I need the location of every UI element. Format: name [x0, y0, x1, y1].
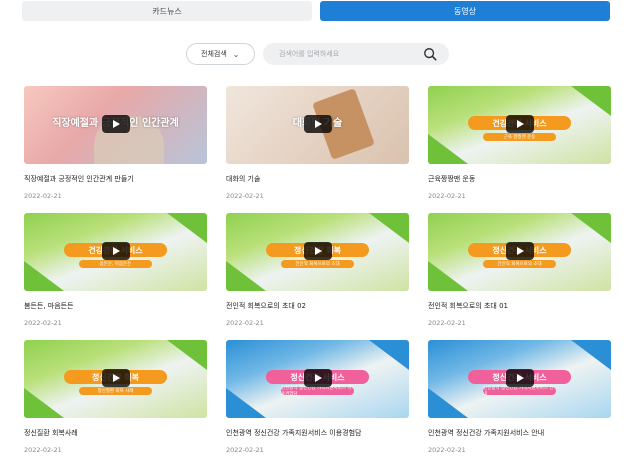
video-date: 2022-02-21	[226, 319, 264, 327]
thumbnail-subtitle: 인천광역 정신건강 가족지원서비스 안내	[483, 386, 556, 397]
thumbnail-subtitle: 근육 짱짱맨 운동	[483, 133, 556, 141]
video-thumbnail[interactable]: 정신건강 서비스인천광역 정신건강 가족지원서비스 안내	[428, 340, 611, 418]
video-date: 2022-02-21	[24, 319, 62, 327]
video-date: 2022-02-21	[24, 192, 62, 200]
video-date: 2022-02-21	[428, 192, 466, 200]
video-card[interactable]: 정신건강 회복전인적 회복으로의 초대전인적 회복으로의 초대 02 2022-0…	[226, 213, 409, 340]
tab-card-news[interactable]: 카드뉴스	[22, 1, 312, 21]
search-scope-select[interactable]: 전체검색 ⌄	[186, 43, 255, 65]
video-card[interactable]: 정신건강 서비스전인적 회복으로의 초대전인적 회복으로의 초대 01 2022-…	[428, 213, 611, 340]
video-title[interactable]: 전인적 회복으로의 초대 02	[226, 301, 409, 311]
video-thumbnail[interactable]: 정신건강 서비스전인적 회복으로의 초대	[428, 213, 611, 291]
play-icon[interactable]	[102, 115, 130, 133]
video-thumbnail[interactable]: 정신건강 회복정신질환 회복 사례	[24, 340, 207, 418]
video-card[interactable]: 건강관리 서비스봄든든, 마음든든봄든든, 마음든든2022-02-21	[24, 213, 207, 340]
thumbnail-subtitle: 정신질환 회복 사례	[79, 387, 152, 395]
video-card[interactable]: 정신건강 회복정신질환 회복 사례정신질환 회복사례 2022-02-21	[24, 340, 207, 461]
play-icon[interactable]	[506, 242, 534, 260]
search-field	[263, 43, 449, 65]
video-title[interactable]: 정신질환 회복사례	[24, 428, 207, 438]
video-date: 2022-02-21	[226, 446, 264, 454]
video-thumbnail[interactable]: 정신건강 회복전인적 회복으로의 초대	[226, 213, 409, 291]
play-icon[interactable]	[506, 115, 534, 133]
video-date: 2022-02-21	[428, 446, 466, 454]
search-input[interactable]	[279, 50, 419, 58]
search-scope-label: 전체검색	[201, 50, 227, 58]
video-card[interactable]: 대화의 기술대화의 기술2022-02-21	[226, 86, 409, 213]
play-icon[interactable]	[304, 115, 332, 133]
tab-video[interactable]: 동영상	[320, 1, 610, 21]
video-title[interactable]: 봄든든, 마음든든	[24, 301, 207, 311]
video-date: 2022-02-21	[24, 446, 62, 454]
thumbnail-subtitle: 봄든든, 마음든든	[79, 260, 152, 268]
play-icon[interactable]	[102, 242, 130, 260]
video-thumbnail[interactable]: 직장예절과 긍정적인 인간관계	[24, 86, 207, 164]
video-title[interactable]: 인천광역 정신건강 가족지원서비스 안내	[428, 428, 611, 438]
search-icon[interactable]	[423, 47, 437, 61]
tab-bar: 카드뉴스 동영상	[22, 1, 610, 21]
video-thumbnail[interactable]: 건강관리 서비스봄든든, 마음든든	[24, 213, 207, 291]
video-title[interactable]: 인천광역 정신건강 가족지원서비스 이용경험담	[226, 428, 409, 438]
video-card[interactable]: 건강관리 서비스근육 짱짱맨 운동근육짱짱맨 운동 2022-02-21	[428, 86, 611, 213]
video-title[interactable]: 대화의 기술	[226, 174, 409, 184]
chevron-down-icon: ⌄	[232, 49, 240, 59]
video-date: 2022-02-21	[428, 319, 466, 327]
thumbnail-subtitle: 전인적 회복으로의 초대	[483, 260, 556, 268]
play-icon[interactable]	[304, 242, 332, 260]
play-icon[interactable]	[506, 369, 534, 387]
video-thumbnail[interactable]: 정신건강 서비스인천광역 정신건강 가족지원서비스 이용경험담	[226, 340, 409, 418]
video-title[interactable]: 직장예절과 긍정적인 인간관계 만들기	[24, 174, 207, 184]
search-bar: 전체검색 ⌄	[186, 43, 449, 65]
thumbnail-subtitle: 전인적 회복으로의 초대	[281, 260, 354, 268]
video-card[interactable]: 직장예절과 긍정적인 인간관계직장예절과 긍정적인 인간관계 만들기 2022-0…	[24, 86, 207, 213]
video-title[interactable]: 근육짱짱맨 운동	[428, 174, 611, 184]
video-card[interactable]: 정신건강 서비스인천광역 정신건강 가족지원서비스 안내인천광역 정신건강 가족…	[428, 340, 611, 461]
play-icon[interactable]	[304, 369, 332, 387]
play-icon[interactable]	[102, 369, 130, 387]
video-thumbnail[interactable]: 건강관리 서비스근육 짱짱맨 운동	[428, 86, 611, 164]
video-title[interactable]: 전인적 회복으로의 초대 01	[428, 301, 611, 311]
video-grid: 직장예절과 긍정적인 인간관계직장예절과 긍정적인 인간관계 만들기 2022-0…	[24, 86, 612, 461]
thumbnail-subtitle: 인천광역 정신건강 가족지원서비스 이용경험담	[281, 386, 354, 397]
video-thumbnail[interactable]: 대화의 기술	[226, 86, 409, 164]
video-card[interactable]: 정신건강 서비스인천광역 정신건강 가족지원서비스 이용경험담인천광역 정신건강…	[226, 340, 409, 461]
video-date: 2022-02-21	[226, 192, 264, 200]
